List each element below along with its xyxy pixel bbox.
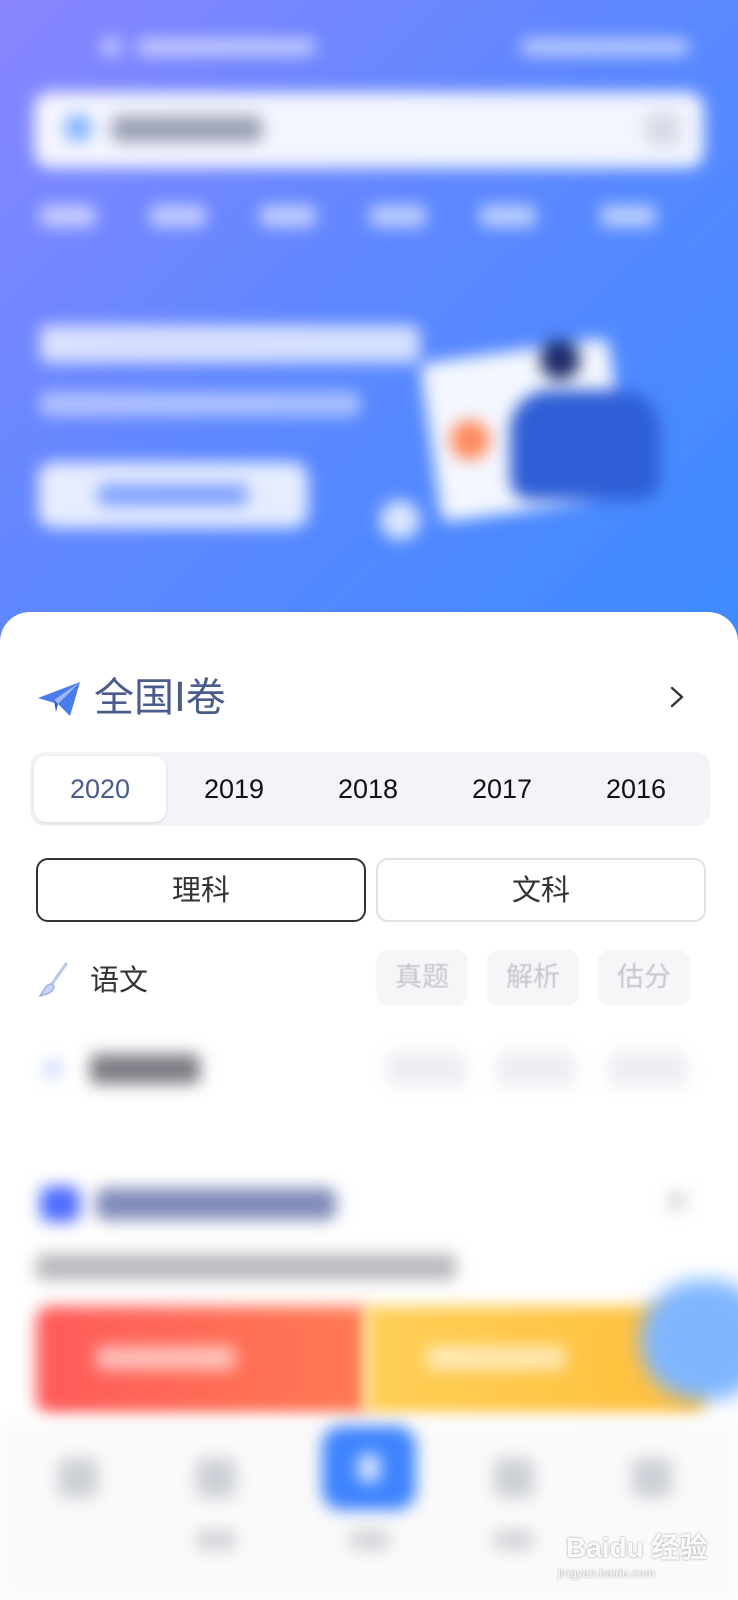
paper-plane-icon — [38, 682, 80, 716]
promo-card-left[interactable] — [36, 1306, 366, 1414]
banner-title — [40, 325, 420, 363]
banner-indicator — [380, 500, 420, 540]
exam-card-header[interactable]: 全国I卷 — [36, 666, 706, 732]
page-title: 全国I卷 — [94, 675, 226, 721]
brush-icon — [38, 962, 68, 998]
tab-year-2019[interactable]: 2019 — [168, 756, 300, 822]
tab-year-2020[interactable]: 2020 — [34, 756, 166, 822]
banner-subtitle — [40, 392, 360, 416]
section-subtitle — [36, 1254, 456, 1280]
tab-label — [494, 1530, 534, 1550]
chevron-right-icon[interactable] — [662, 682, 692, 712]
tab-icon[interactable] — [632, 1458, 672, 1498]
subject-label: 语文 — [90, 963, 149, 997]
location-icon — [100, 38, 122, 56]
nav-item[interactable] — [370, 205, 426, 227]
analysis-button[interactable]: 解析 — [487, 950, 579, 1006]
watermark-main: Baidu 经验 — [566, 1532, 708, 1563]
tab-center-button[interactable] — [322, 1426, 416, 1510]
exam-paper-button[interactable]: 真题 — [376, 950, 468, 1006]
section-header[interactable] — [36, 1180, 706, 1230]
tab-label — [350, 1530, 390, 1550]
banner-button-label — [98, 484, 248, 506]
category-nav — [40, 205, 690, 235]
nav-item[interactable] — [40, 205, 96, 227]
score-estimate-button[interactable]: 估分 — [598, 950, 690, 1006]
tab-year-2017[interactable]: 2017 — [436, 756, 568, 822]
science-track-button[interactable]: 理科 — [36, 858, 366, 922]
search-placeholder — [112, 116, 262, 142]
tab-icon[interactable] — [196, 1458, 236, 1498]
banner-button[interactable] — [38, 462, 308, 528]
search-icon — [64, 114, 92, 142]
search-bar[interactable] — [34, 92, 704, 168]
year-tabs: 2020 2019 2018 2017 2016 — [30, 752, 710, 826]
nav-item[interactable] — [480, 205, 536, 227]
tab-label — [196, 1530, 236, 1550]
banner-illustration — [419, 330, 680, 540]
watermark-sub: jingyan.baidu.com — [558, 1566, 655, 1580]
watermark: Baidu 经验 jingyan.baidu.com — [556, 1532, 726, 1582]
header-blurred-content — [0, 0, 738, 640]
tab-year-2016[interactable]: 2016 — [570, 756, 702, 822]
nav-item[interactable] — [150, 205, 206, 227]
status-text — [136, 38, 316, 56]
nav-item[interactable] — [600, 205, 656, 227]
tab-year-2018[interactable]: 2018 — [302, 756, 434, 822]
status-bar — [90, 38, 710, 66]
nav-item[interactable] — [260, 205, 316, 227]
subject-row-math — [36, 1040, 706, 1100]
status-right — [520, 38, 690, 56]
app-header — [0, 0, 738, 640]
liberal-arts-track-button[interactable]: 文科 — [376, 858, 706, 922]
tab-icon[interactable] — [58, 1458, 98, 1498]
scan-icon[interactable] — [646, 112, 680, 146]
tab-icon[interactable] — [494, 1458, 534, 1498]
